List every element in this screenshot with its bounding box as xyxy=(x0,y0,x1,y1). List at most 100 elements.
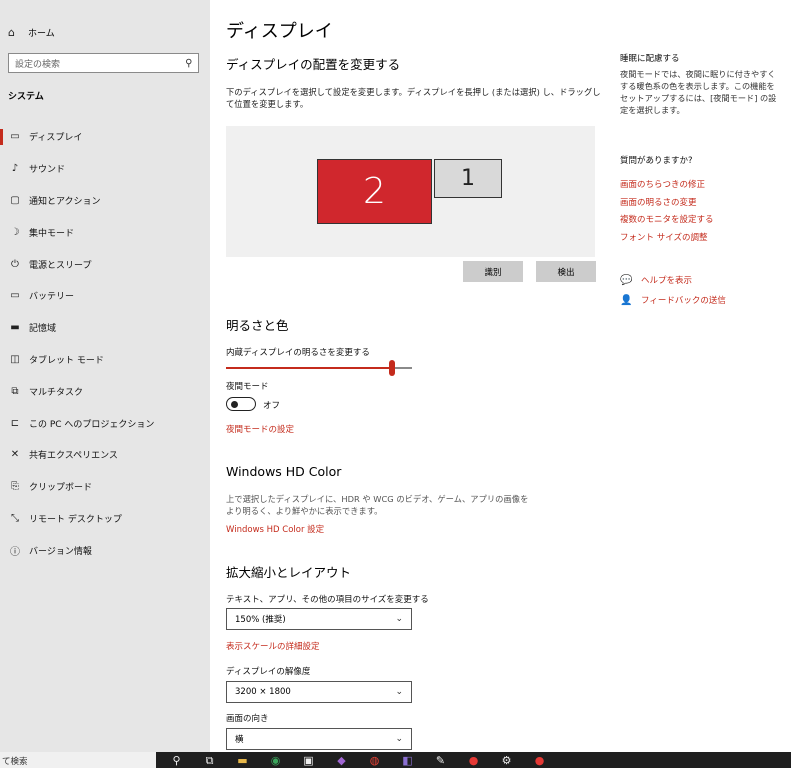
home-icon: ⌂ xyxy=(8,25,15,39)
taskbar-search-box[interactable]: て検索 xyxy=(0,752,156,768)
sidebar-item-label: バッテリー xyxy=(29,292,75,303)
scale-heading: 拡大縮小とレイアウト xyxy=(226,565,352,580)
scale-value: 150% (推奨) xyxy=(235,615,286,625)
home-label: ホーム xyxy=(28,28,55,39)
power-icon: ⏻ xyxy=(11,258,19,270)
monitor-icon: ▭ xyxy=(10,131,20,143)
sidebar-item-label: タブレット モード xyxy=(29,355,104,366)
sidebar-item-label: この PC へのプロジェクション xyxy=(29,419,155,430)
sidebar-item-notifications[interactable]: ▢ 通知とアクション xyxy=(0,185,210,217)
sidebar-item-label: ディスプレイ xyxy=(29,133,83,144)
task-view-icon[interactable]: ⧉ xyxy=(193,752,226,768)
sidebar-item-multitask[interactable]: ⧉ マルチタスク xyxy=(0,375,210,407)
search-input[interactable]: 設定の検索 xyxy=(15,57,185,70)
brightness-change-link[interactable]: 画面の明るさの変更 xyxy=(620,196,697,208)
question-heading: 質問がありますか? xyxy=(620,156,693,166)
chevron-down-icon: ⌄ xyxy=(395,734,403,744)
multitask-icon: ⧉ xyxy=(11,385,19,397)
store-icon[interactable]: ▣ xyxy=(292,752,325,768)
brightness-heading: 明るさと色 xyxy=(226,318,289,333)
multi-monitor-link[interactable]: 複数のモニタを設定する xyxy=(620,213,714,225)
sidebar-item-label: サウンド xyxy=(29,165,66,176)
font-size-link[interactable]: フォント サイズの調整 xyxy=(620,231,707,243)
pen-icon[interactable]: ✎ xyxy=(424,752,457,768)
sidebar-item-label: マルチタスク xyxy=(29,387,84,398)
sidebar-item-tablet[interactable]: ◫ タブレット モード xyxy=(0,344,210,376)
arrange-description: 下のディスプレイを選択して設定を変更します。ディスプレイを長押し (または選択)… xyxy=(226,87,601,109)
help-label: ヘルプを表示 xyxy=(641,276,693,286)
battery-icon: ▭ xyxy=(10,290,20,302)
resolution-label: ディスプレイの解像度 xyxy=(226,667,311,677)
help-link[interactable]: 💬 ヘルプを表示 xyxy=(620,274,693,287)
night-mode-label: 夜間モード xyxy=(226,382,269,392)
search-icon[interactable]: ⚲ xyxy=(185,58,192,69)
sidebar-item-label: バージョン情報 xyxy=(29,546,92,557)
chevron-down-icon: ⌄ xyxy=(395,687,403,697)
sidebar-item-storage[interactable]: ▬ 記憶域 xyxy=(0,312,210,344)
search-icon[interactable]: ⚲ xyxy=(160,752,193,768)
sidebar-item-label: 集中モード xyxy=(29,228,75,239)
edge-icon[interactable]: ◉ xyxy=(259,752,292,768)
sidebar-item-remote[interactable]: ⤡ リモート デスクトップ xyxy=(0,503,210,535)
app-icon[interactable]: ◆ xyxy=(325,752,358,768)
sidebar-item-shared[interactable]: ✕ 共有エクスペリエンス xyxy=(0,439,210,471)
identify-button[interactable]: 識別 xyxy=(463,261,523,282)
home-link[interactable]: ⌂ ホーム xyxy=(8,24,55,40)
clipboard-icon: ⎘ xyxy=(11,481,19,493)
settings-search[interactable]: 設定の検索 ⚲ xyxy=(8,53,199,73)
gear-icon[interactable]: ⚙ xyxy=(490,752,523,768)
taskbar-icons: ⚲ ⧉ ▬ ◉ ▣ ◆ ◍ ◧ ✎ ● ⚙ ● xyxy=(160,752,556,768)
detect-button[interactable]: 検出 xyxy=(536,261,596,282)
sidebar-item-display[interactable]: ▭ ディスプレイ xyxy=(0,121,210,153)
sidebar-item-label: 記憶域 xyxy=(29,324,57,335)
monitor-2[interactable]: 2 xyxy=(317,159,432,224)
night-mode-settings-link[interactable]: 夜間モードの設定 xyxy=(226,423,294,435)
chevron-down-icon: ⌄ xyxy=(395,614,403,624)
sidebar-item-projection[interactable]: ⊏ この PC へのプロジェクション xyxy=(0,407,210,439)
night-mode-state: オフ xyxy=(263,401,281,411)
scale-label: テキスト、アプリ、その他の項目のサイズを変更する xyxy=(226,595,429,605)
sidebar-item-sound[interactable]: ♪ サウンド xyxy=(0,153,210,185)
brightness-slider-thumb[interactable] xyxy=(389,360,395,376)
projection-icon: ⊏ xyxy=(10,417,20,429)
resolution-value: 3200 × 1800 xyxy=(235,687,291,697)
toggle-knob xyxy=(231,400,238,408)
brightness-slider-fill xyxy=(226,367,392,369)
feedback-link[interactable]: 👤 フィードバックの送信 xyxy=(620,294,726,307)
feedback-icon: 👤 xyxy=(620,294,633,306)
record-icon[interactable]: ● xyxy=(457,752,490,768)
sidebar-item-label: リモート デスクトップ xyxy=(29,514,122,525)
page-title: ディスプレイ xyxy=(226,21,333,42)
feedback-label: フィードバックの送信 xyxy=(641,296,726,306)
resolution-dropdown[interactable]: 3200 × 1800 ⌄ xyxy=(226,681,412,703)
hdr-settings-link[interactable]: Windows HD Color 設定 xyxy=(226,523,324,535)
flicker-fix-link[interactable]: 画面のちらつきの修正 xyxy=(620,178,705,190)
info-icon: ⓘ xyxy=(10,546,20,558)
advanced-scaling-link[interactable]: 表示スケールの詳細設定 xyxy=(226,640,320,652)
moon-icon: ☽ xyxy=(10,226,20,238)
folder-icon[interactable]: ▬ xyxy=(226,752,259,768)
scale-dropdown[interactable]: 150% (推奨) ⌄ xyxy=(226,608,412,630)
sidebar-item-label: 電源とスリープ xyxy=(29,260,92,271)
hdr-heading: Windows HD Color xyxy=(226,464,342,479)
sidebar-item-about[interactable]: ⓘ バージョン情報 xyxy=(0,534,210,566)
sidebar-item-label: クリップボード xyxy=(29,483,93,494)
chrome-icon[interactable]: ◍ xyxy=(358,752,391,768)
orientation-dropdown[interactable]: 横 ⌄ xyxy=(226,728,412,750)
sidebar-item-power[interactable]: ⏻ 電源とスリープ xyxy=(0,248,210,280)
brightness-slider[interactable] xyxy=(226,360,412,376)
sidebar-item-battery[interactable]: ▭ バッテリー xyxy=(0,280,210,312)
vs-icon[interactable]: ◧ xyxy=(391,752,424,768)
display-arrangement-area[interactable]: 2 1 xyxy=(226,126,595,257)
help-chat-icon: 💬 xyxy=(620,274,633,286)
speaker-icon: ♪ xyxy=(11,163,19,175)
sidebar-item-clipboard[interactable]: ⎘ クリップボード xyxy=(0,471,210,503)
monitor-1[interactable]: 1 xyxy=(434,159,502,198)
sleep-description: 夜間モードでは、夜間に眠りに付きやすくする暖色系の色を表示します。この機能をセッ… xyxy=(620,69,777,115)
taskbar: て検索 ⚲ ⧉ ▬ ◉ ▣ ◆ ◍ ◧ ✎ ● ⚙ ● xyxy=(0,752,791,768)
hdr-description: 上で選択したディスプレイに、HDR や WCG のビデオ、ゲーム、アプリの画像を… xyxy=(226,494,529,516)
sidebar-item-focus[interactable]: ☽ 集中モード xyxy=(0,216,210,248)
sidebar-nav: ▭ ディスプレイ ♪ サウンド ▢ 通知とアクション ☽ 集中モード ⏻ 電源と… xyxy=(0,121,210,566)
record-icon[interactable]: ● xyxy=(523,752,556,768)
night-mode-toggle[interactable] xyxy=(226,397,256,411)
